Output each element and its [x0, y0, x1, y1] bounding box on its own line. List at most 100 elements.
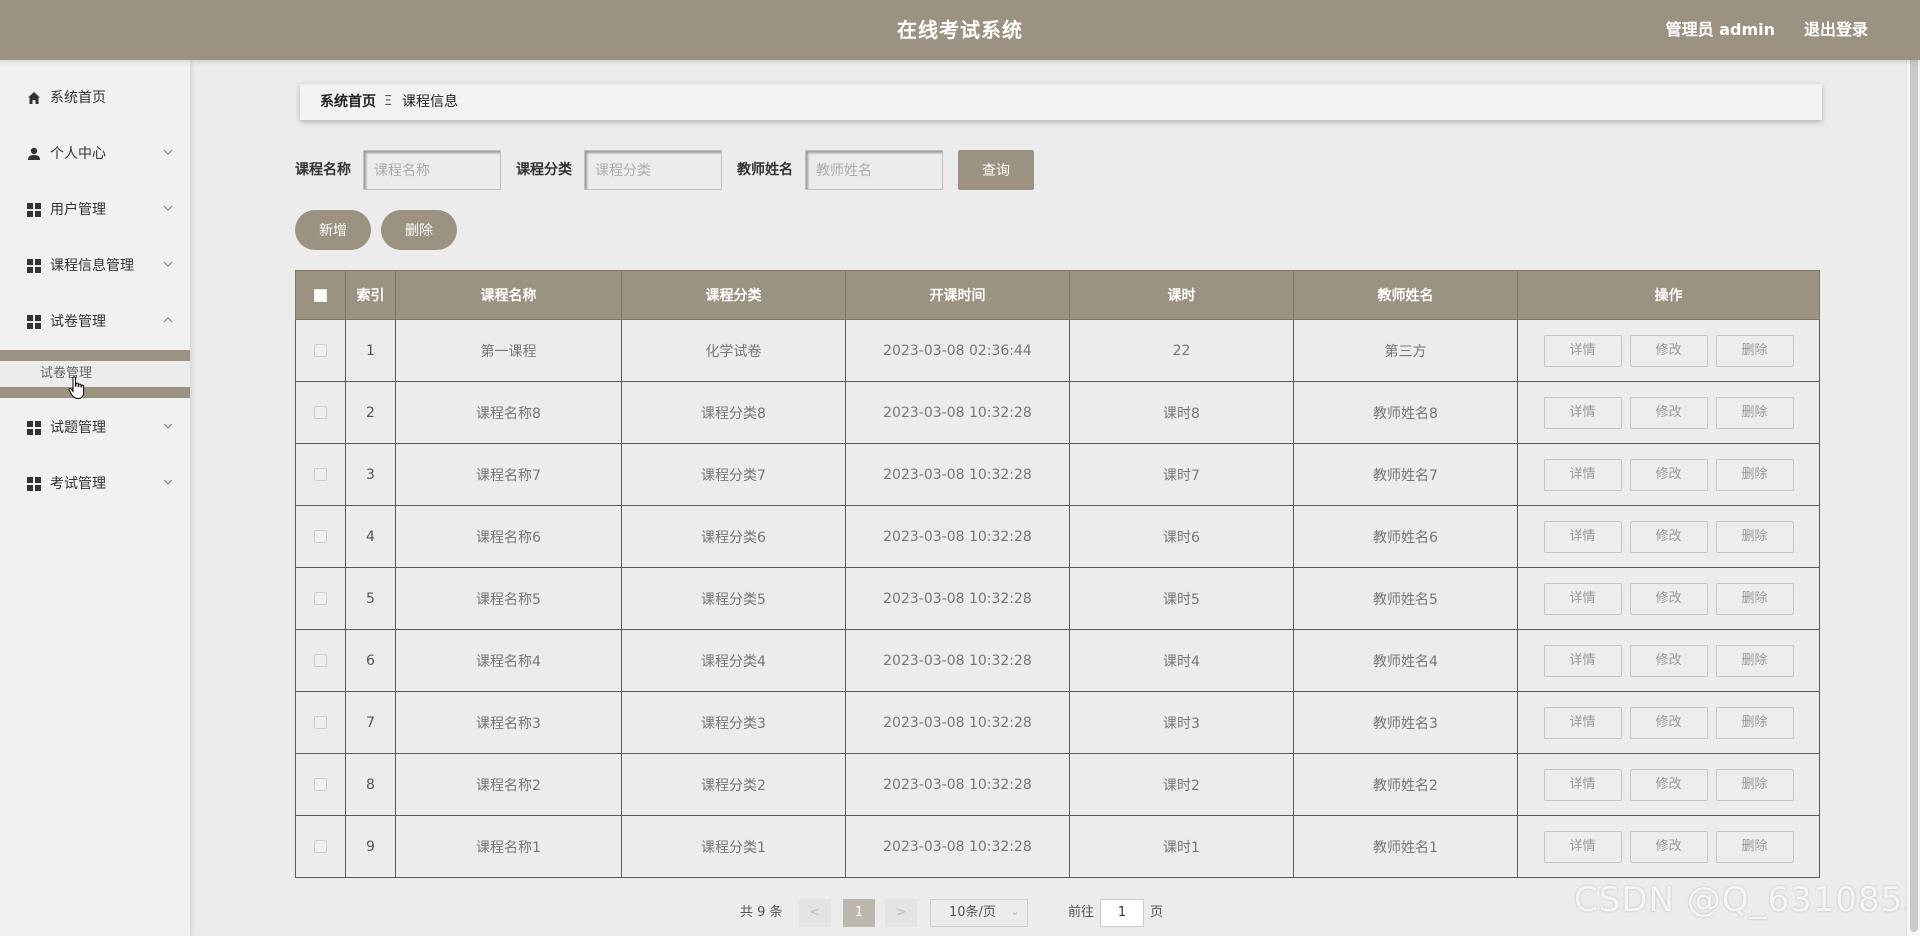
sidebar-item-label: 试题管理	[50, 420, 106, 436]
table-row: 6 课程名称4 课程分类4 2023-03-08 10:32:28 课时4 教师姓名4 详情…	[295, 629, 1820, 692]
sidebar-item-paper-management[interactable]: 试卷管理	[0, 302, 190, 342]
row-index: 7	[345, 691, 396, 754]
detail-button[interactable]: 详情	[1543, 582, 1622, 615]
delete-button[interactable]: 删除	[1715, 706, 1794, 739]
chevron-down-icon	[163, 205, 173, 211]
row-checkbox[interactable]	[314, 778, 327, 791]
sidebar-item-personal-center[interactable]: 个人中心	[0, 134, 190, 174]
delete-button[interactable]: 删除	[1715, 458, 1794, 491]
edit-button[interactable]: 修改	[1629, 458, 1708, 491]
sidebar-item-question-management[interactable]: 试题管理	[0, 408, 190, 448]
sidebar-item-user-management[interactable]: 用户管理	[0, 190, 190, 230]
detail-button[interactable]: 详情	[1543, 768, 1622, 801]
detail-button[interactable]: 详情	[1543, 334, 1622, 367]
edit-button[interactable]: 修改	[1629, 582, 1708, 615]
row-select-cell	[295, 753, 346, 816]
row-checkbox[interactable]	[314, 406, 327, 419]
page-size-select[interactable]: 10条/页 ⌄	[930, 899, 1028, 927]
row-select-cell	[295, 505, 346, 568]
detail-button[interactable]: 详情	[1543, 644, 1622, 677]
delete-button[interactable]: 删除	[1715, 644, 1794, 677]
row-select-cell	[295, 319, 346, 382]
sidebar-item-home[interactable]: 系统首页	[0, 78, 190, 118]
table-header-row: 索引 课程名称 课程分类 开课时间 课时 教师姓名 操作	[295, 270, 1820, 320]
edit-button[interactable]: 修改	[1629, 334, 1708, 367]
delete-button[interactable]: 删除	[1715, 768, 1794, 801]
course-name-input[interactable]	[363, 150, 501, 190]
row-index: 8	[345, 753, 396, 816]
detail-button[interactable]: 详情	[1543, 458, 1622, 491]
detail-button[interactable]: 详情	[1543, 706, 1622, 739]
course-name-cell: 课程名称7	[395, 443, 622, 506]
edit-button[interactable]: 修改	[1629, 706, 1708, 739]
edit-button[interactable]: 修改	[1629, 644, 1708, 677]
edit-button[interactable]: 修改	[1629, 768, 1708, 801]
edit-button[interactable]: 修改	[1629, 396, 1708, 429]
table-row: 5 课程名称5 课程分类5 2023-03-08 10:32:28 课时5 教师姓名5 详情…	[295, 567, 1820, 630]
detail-button[interactable]: 详情	[1543, 830, 1622, 863]
pagination-prev-button[interactable]: <	[799, 899, 831, 927]
edit-button[interactable]: 修改	[1629, 520, 1708, 553]
sidebar-item-label: 系统首页	[50, 90, 106, 106]
row-checkbox[interactable]	[314, 654, 327, 667]
sidebar-item-exam-management[interactable]: 考试管理	[0, 464, 190, 504]
delete-button[interactable]: 删除	[1715, 396, 1794, 429]
row-index: 1	[345, 319, 396, 382]
teacher-name-cell: 教师姓名6	[1293, 505, 1518, 568]
breadcrumb-home-link[interactable]: 系统首页	[320, 84, 376, 120]
row-checkbox[interactable]	[314, 468, 327, 481]
teacher-name-cell: 教师姓名3	[1293, 691, 1518, 754]
delete-button[interactable]: 删除	[1715, 520, 1794, 553]
teacher-name-cell: 第三方	[1293, 319, 1518, 382]
course-category-cell: 课程分类2	[621, 753, 846, 816]
row-actions-cell: 详情 修改 删除	[1517, 319, 1820, 382]
pagination-total: 共 9 条	[740, 905, 783, 920]
pagination-page-button[interactable]: 1	[843, 899, 875, 927]
logout-link[interactable]: 退出登录	[1804, 0, 1868, 60]
row-actions-cell: 详情 修改 删除	[1517, 815, 1820, 878]
batch-delete-button[interactable]: 删除	[381, 210, 457, 250]
query-button[interactable]: 查询	[958, 150, 1034, 190]
teacher-name-cell: 教师姓名4	[1293, 629, 1518, 692]
course-category-cell: 课程分类8	[621, 381, 846, 444]
row-checkbox[interactable]	[314, 530, 327, 543]
chevron-down-icon	[163, 479, 173, 485]
detail-button[interactable]: 详情	[1543, 396, 1622, 429]
row-actions-cell: 详情 修改 删除	[1517, 753, 1820, 816]
course-category-input[interactable]	[584, 150, 722, 190]
row-actions-cell: 详情 修改 删除	[1517, 691, 1820, 754]
select-all-checkbox[interactable]	[314, 288, 327, 302]
delete-button[interactable]: 删除	[1715, 830, 1794, 863]
row-index: 2	[345, 381, 396, 444]
row-checkbox[interactable]	[314, 716, 327, 729]
top-header: 在线考试系统 管理员 admin 退出登录	[0, 0, 1920, 60]
teacher-name-label: 教师姓名	[737, 162, 793, 178]
row-actions-cell: 详情 修改 删除	[1517, 567, 1820, 630]
grid-icon	[27, 315, 41, 329]
row-select-cell	[295, 443, 346, 506]
add-button[interactable]: 新增	[295, 210, 371, 250]
page-scrollbar[interactable]	[1906, 0, 1920, 936]
class-hours-cell: 课时1	[1069, 815, 1294, 878]
row-checkbox[interactable]	[314, 344, 327, 357]
pagination-next-button[interactable]: >	[885, 899, 917, 927]
sidebar-item-course-management[interactable]: 课程信息管理	[0, 246, 190, 286]
detail-button[interactable]: 详情	[1543, 520, 1622, 553]
watermark: CSDN @Q_6310855	[1574, 880, 1920, 920]
teacher-name-input[interactable]	[805, 150, 943, 190]
edit-button[interactable]: 修改	[1629, 830, 1708, 863]
course-name-label: 课程名称	[295, 162, 351, 178]
teacher-name-cell: 教师姓名5	[1293, 567, 1518, 630]
column-header: 课程名称	[395, 270, 622, 320]
chevron-down-icon: ⌄	[1010, 907, 1019, 918]
row-checkbox[interactable]	[314, 840, 327, 853]
goto-page-input[interactable]: 1	[1100, 899, 1144, 927]
submenu-item-paper-management[interactable]: 试卷管理	[0, 361, 190, 387]
grid-icon	[27, 203, 41, 217]
grid-icon	[27, 477, 41, 491]
delete-button[interactable]: 删除	[1715, 582, 1794, 615]
row-checkbox[interactable]	[314, 592, 327, 605]
chevron-down-icon	[163, 423, 173, 429]
delete-button[interactable]: 删除	[1715, 334, 1794, 367]
scrollbar-thumb[interactable]	[1910, 4, 1918, 932]
